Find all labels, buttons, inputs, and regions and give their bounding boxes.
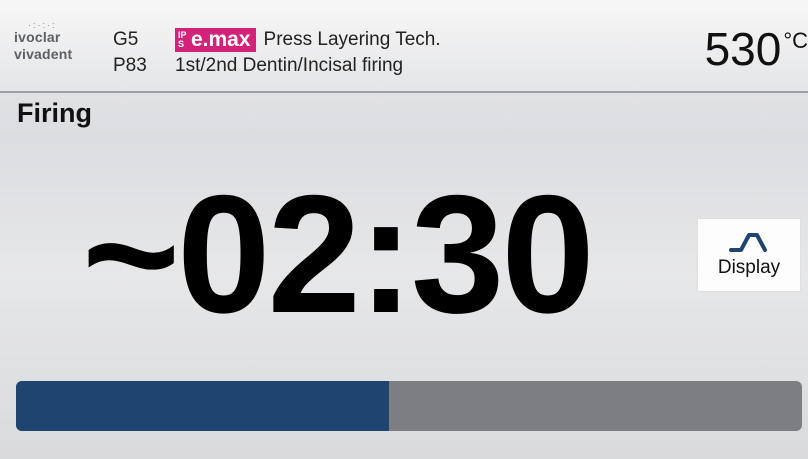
brand-name: e.max xyxy=(191,28,251,51)
time-remaining: ~02:30 xyxy=(82,160,595,348)
display-button[interactable]: Display xyxy=(697,218,801,292)
firing-progress-bar xyxy=(16,381,802,431)
emax-brand-logo: IPS e.max xyxy=(175,28,256,52)
logo-line-1: ivoclar xyxy=(14,29,61,45)
ivoclar-vivadent-logo: ·:·:·: ivoclar vivadent xyxy=(14,20,106,76)
firing-curve-icon xyxy=(729,233,767,252)
code-bottom: P83 xyxy=(113,55,147,76)
product-title: Press Layering Tech. xyxy=(263,29,441,50)
header-bar: ·:·:·: ivoclar vivadent G5 P83 IPS e.max… xyxy=(0,0,808,93)
status-title: Firing xyxy=(17,98,92,128)
brand-prefix: IPS xyxy=(178,30,187,49)
program-codes: G5 P83 xyxy=(113,27,147,79)
program-name: 1st/2nd Dentin/Incisal firing xyxy=(175,55,404,76)
temperature-unit: °C xyxy=(783,28,808,53)
product-info: IPS e.max Press Layering Tech. 1st/2nd D… xyxy=(175,27,441,79)
progress-fill xyxy=(16,381,390,431)
code-top: G5 xyxy=(113,29,139,50)
logo-line-2: vivadent xyxy=(14,46,73,62)
temperature-value: 530 xyxy=(704,23,782,75)
temperature-readout: 530 °C xyxy=(705,26,808,72)
display-button-label: Display xyxy=(717,257,781,278)
